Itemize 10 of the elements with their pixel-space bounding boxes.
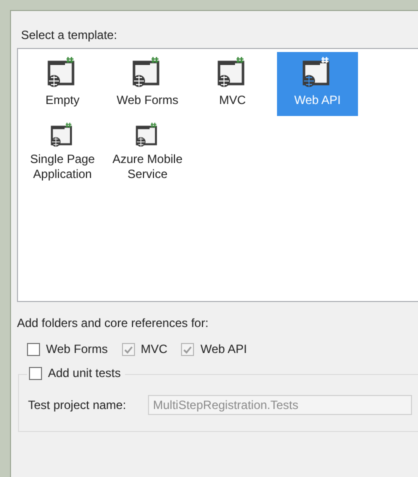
checkbox[interactable]: [27, 342, 40, 356]
template-item[interactable]: Empty: [22, 52, 103, 116]
template-item[interactable]: Azure Mobile Service: [107, 118, 188, 182]
template-item[interactable]: Single Page Application: [22, 118, 103, 182]
field-label: Test project name:: [28, 398, 128, 412]
checkbox-option[interactable]: Web Forms: [27, 342, 108, 356]
template-item[interactable]: MVC: [192, 52, 273, 116]
section-label: Add folders and core references for:: [17, 316, 210, 330]
template-item[interactable]: Web Forms: [107, 52, 188, 116]
section-label: Select a template:: [21, 28, 118, 42]
